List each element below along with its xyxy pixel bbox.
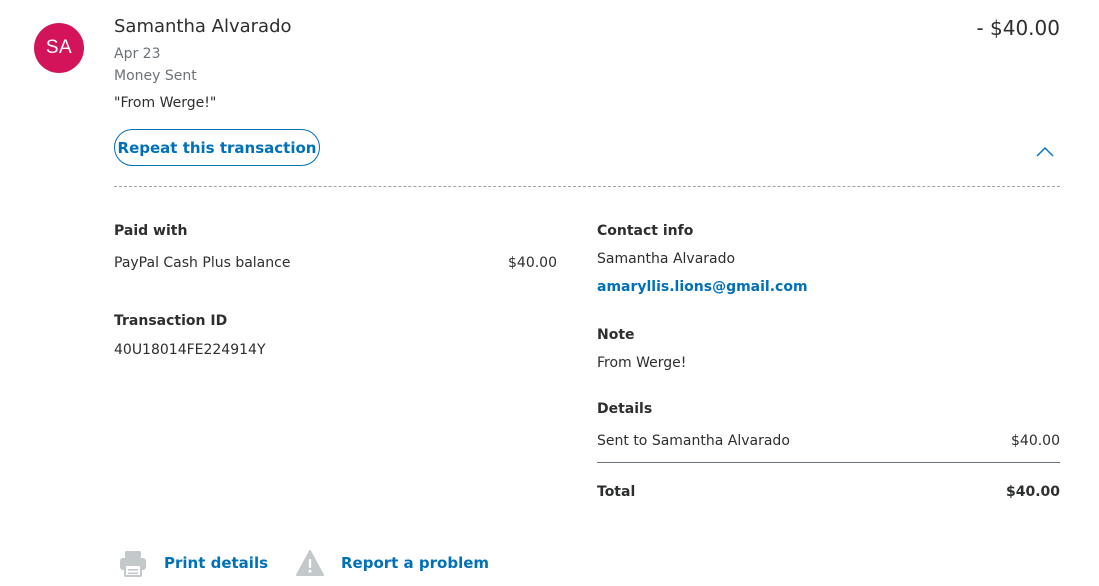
contact-info-heading: Contact info [597,223,694,239]
printer-icon [120,551,146,577]
repeat-transaction-button[interactable]: Repeat this transaction [114,129,320,166]
transaction-amount: - $40.00 [976,16,1060,40]
recipient-name: Samantha Alvarado [114,16,292,37]
avatar: SA [34,23,84,73]
transaction-id-heading: Transaction ID [114,313,228,329]
contact-email-link[interactable]: amaryllis.lions@gmail.com [597,279,808,295]
total-amount: $40.00 [1005,484,1060,500]
transaction-type: Money Sent [114,68,197,84]
transaction-date: Apr 23 [114,46,161,62]
note-heading: Note [597,327,635,343]
contact-name: Samantha Alvarado [597,251,736,267]
transaction-details-page: SA Samantha Alvarado - $40.00 Apr 23 Mon… [0,0,1099,586]
warning-icon [296,550,324,576]
transaction-id-value: 40U18014FE224914Y [114,342,266,358]
total-label: Total [597,484,636,500]
section-divider [114,186,1060,187]
payment-amount: $40.00 [508,255,557,271]
report-problem-label: Report a problem [341,554,490,572]
details-heading: Details [597,401,653,417]
transaction-memo: "From Werge!" [114,95,217,111]
collapse-toggle[interactable] [1033,141,1057,161]
total-rule [597,462,1060,463]
paid-with-heading: Paid with [114,223,188,239]
payment-method: PayPal Cash Plus balance [114,255,291,271]
chevron-up-icon [1036,147,1054,157]
print-details-label: Print details [164,554,269,572]
print-details-button[interactable]: Print details [118,548,268,578]
details-line-amount: $40.00 [1011,433,1060,449]
report-problem-button[interactable]: Report a problem [295,548,489,578]
note-text: From Werge! [597,355,687,371]
details-line-label: Sent to Samantha Alvarado [597,433,790,449]
